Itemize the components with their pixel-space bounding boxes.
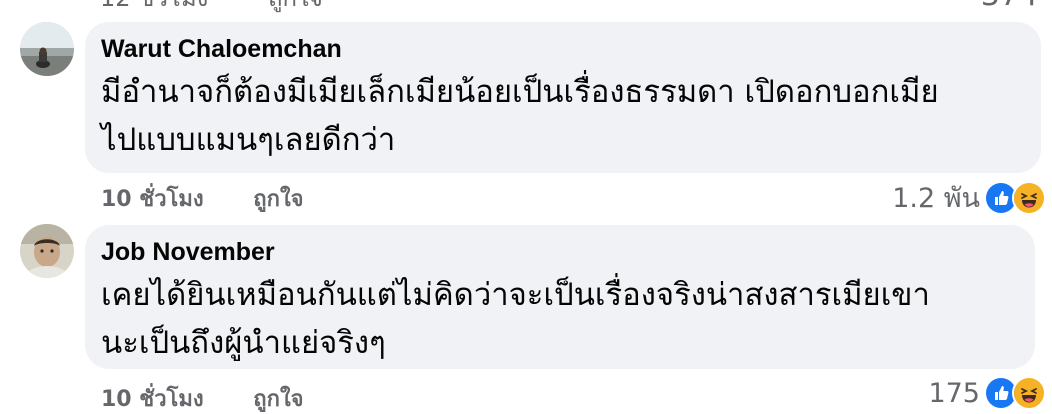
avatar[interactable]: [20, 22, 74, 76]
haha-icon: [1012, 180, 1046, 215]
like-link[interactable]: ถูกใจ: [253, 387, 303, 412]
avatar[interactable]: [20, 224, 74, 278]
previous-comment-footer: 12 ชั่วโมง ถูกใจ: [100, 0, 323, 17]
comment-time: 12 ชั่วโมง: [100, 0, 208, 12]
comment-text: มีอำนาจก็ต้องมีเมียเล็กเมียน้อยเป็นเรื่อ…: [101, 68, 1025, 164]
haha-icon: [1012, 376, 1046, 410]
comment-text-line: เคยได้ยินเหมือนกันแต่ไม่คิดว่าจะเป็นเรื่…: [101, 277, 930, 313]
reaction-count: 175: [928, 377, 980, 409]
like-link[interactable]: ถูกใจ: [268, 0, 323, 12]
reactions-summary[interactable]: 175: [928, 376, 1046, 410]
comment-meta: 10 ชั่วโมง ถูกใจ: [101, 381, 304, 414]
comment-text-line: มีอำนาจก็ต้องมีเมียเล็กเมียน้อยเป็นเรื่อ…: [101, 74, 939, 110]
comment-author[interactable]: Warut Chaloemchan: [101, 34, 1025, 64]
reactions-summary[interactable]: 1.2 พัน: [892, 176, 1046, 219]
like-link[interactable]: ถูกใจ: [253, 187, 303, 212]
comment-time[interactable]: 10 ชั่วโมง: [101, 387, 204, 412]
comment-author[interactable]: Job November: [101, 237, 1019, 267]
comment-text: เคยได้ยินเหมือนกันแต่ไม่คิดว่าจะเป็นเรื่…: [101, 271, 1019, 367]
comment-meta: 10 ชั่วโมง ถูกใจ: [101, 181, 304, 216]
comment-time[interactable]: 10 ชั่วโมง: [101, 187, 204, 212]
comment-bubble: Warut Chaloemchan มีอำนาจก็ต้องมีเมียเล็…: [85, 22, 1041, 173]
comment-bubble: Job November เคยได้ยินเหมือนกันแต่ไม่คิด…: [85, 225, 1035, 369]
comments-panel: 12 ชั่วโมง ถูกใจ 374 Warut Chaloemchan ม…: [0, 0, 1052, 414]
comment-text-line: นะเป็นถึงผู้นำแย่จริงๆ: [101, 325, 386, 361]
reaction-count: 1.2 พัน: [892, 183, 980, 214]
reaction-count[interactable]: 374: [981, 0, 1038, 13]
comment-text-line: ไปแบบแมนๆเลยดีกว่า: [101, 122, 396, 158]
